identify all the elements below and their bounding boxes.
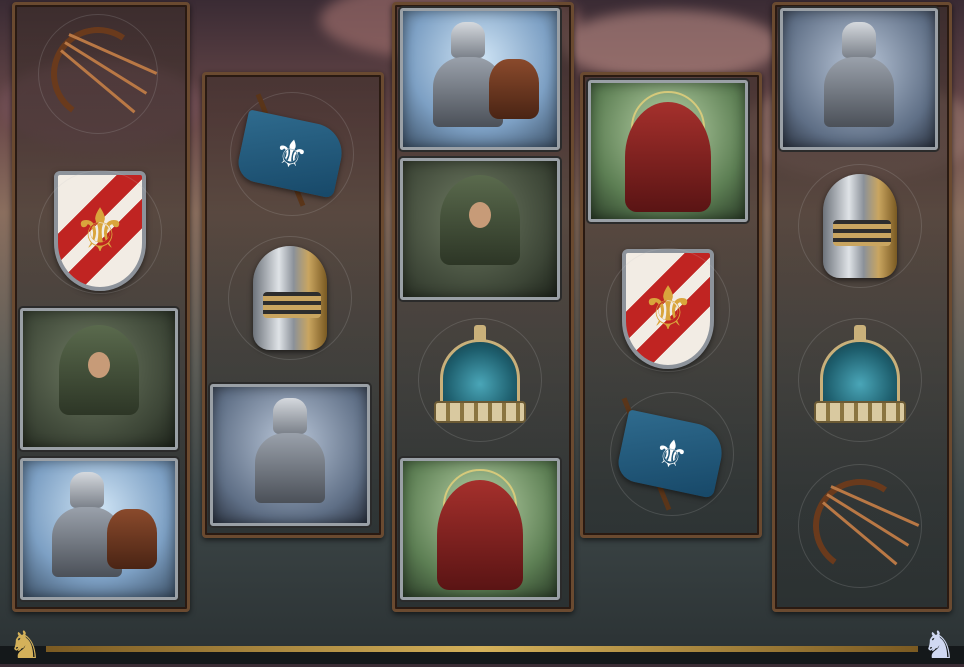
gold-visor-helmet-icon: [823, 174, 897, 278]
gold-horseman-icon: ♞: [7, 623, 43, 667]
archer-face-icon: [469, 201, 491, 228]
crossbow-symbol[interactable]: [38, 14, 158, 134]
flag-symbol[interactable]: ⚜: [228, 90, 354, 218]
knight-helm-icon: [273, 397, 307, 434]
mounted-knight-tile[interactable]: [400, 8, 560, 150]
horse-icon: [107, 508, 158, 569]
crown-symbol[interactable]: [418, 312, 542, 442]
monk-hood-icon: [625, 102, 711, 213]
red-hooded-monk-tile[interactable]: [588, 80, 748, 222]
cloud-2: [560, 10, 780, 80]
crossbow-symbol[interactable]: [798, 464, 922, 588]
shield-symbol[interactable]: ⚜: [606, 244, 730, 374]
knight-helm-icon: [450, 21, 485, 58]
symbol-ring: [38, 170, 162, 294]
crossbow-icon: [43, 19, 158, 129]
monk-hood-icon: [437, 480, 523, 591]
armored-knight-tile[interactable]: [780, 8, 938, 150]
mounted-knight-tile[interactable]: [20, 458, 178, 600]
hooded-archer-tile[interactable]: [20, 308, 178, 450]
knight-helm-icon: [69, 471, 104, 508]
knight-armor-icon: [255, 433, 325, 504]
silver-horseman-icon: ♞: [921, 623, 957, 667]
ornate-crown-icon: [814, 325, 906, 429]
ornate-crown-icon: [434, 325, 526, 429]
archer-face-icon: [88, 351, 110, 378]
horse-icon: [488, 58, 539, 119]
red-hooded-monk-tile[interactable]: [400, 458, 560, 600]
shield-symbol[interactable]: ⚜: [38, 166, 162, 296]
gold-bar-divider: [46, 646, 918, 652]
symbol-ring: [606, 248, 730, 372]
crossbow-icon: [805, 471, 920, 581]
crown-symbol[interactable]: [798, 312, 922, 442]
helmet-symbol[interactable]: [228, 236, 352, 360]
knight-armor-icon: [824, 57, 894, 128]
armored-knight-tile[interactable]: [210, 384, 370, 526]
hooded-archer-tile[interactable]: [400, 158, 560, 300]
gold-visor-helmet-icon: [253, 246, 327, 350]
helmet-symbol[interactable]: [798, 164, 922, 288]
knight-helm-icon: [842, 21, 876, 58]
flag-symbol[interactable]: ⚜: [608, 390, 734, 518]
